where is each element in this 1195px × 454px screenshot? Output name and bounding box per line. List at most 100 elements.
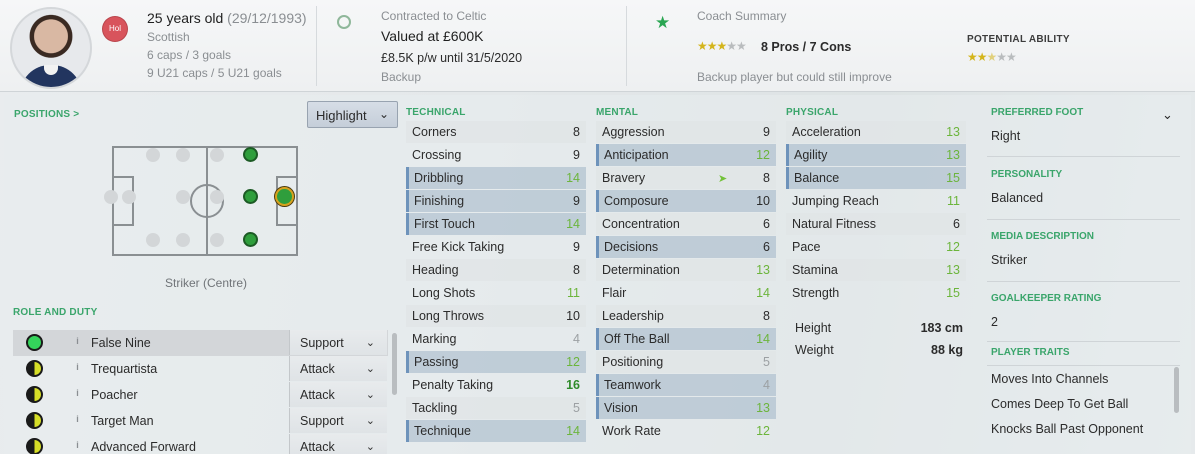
attribute-row[interactable]: Teamwork 4 — [596, 374, 776, 396]
attribute-row[interactable]: Flair 14 — [596, 282, 776, 304]
duty-label: Support — [300, 336, 344, 350]
position-dot[interactable] — [146, 233, 160, 247]
highlight-dropdown[interactable]: Highlight ⌄ — [307, 101, 398, 128]
attribute-name: Concentration — [602, 217, 680, 231]
attribute-row[interactable]: Pace 12 — [786, 236, 966, 258]
info-icon[interactable]: i — [73, 336, 82, 347]
club-badge-icon — [337, 15, 351, 29]
attribute-row[interactable]: Acceleration 13 — [786, 121, 966, 143]
position-dot-green[interactable] — [243, 189, 258, 204]
position-dot[interactable] — [122, 190, 136, 204]
duty-dropdown[interactable]: Support ⌄ — [289, 408, 387, 433]
positions-title[interactable]: POSITIONS > — [14, 109, 79, 120]
attribute-row[interactable]: Concentration 6 — [596, 213, 776, 235]
role-row[interactable]: i False Nine Support ⌄ — [13, 330, 388, 356]
position-dot-green[interactable] — [243, 147, 258, 162]
attribute-row[interactable]: Decisions 6 — [596, 236, 776, 258]
attribute-row[interactable]: Technique 14 — [406, 420, 586, 442]
role-row[interactable]: i Advanced Forward Attack ⌄ — [13, 434, 388, 454]
attribute-row[interactable]: Passing 12 — [406, 351, 586, 373]
attribute-row[interactable]: Work Rate 12 — [596, 420, 776, 442]
duty-dropdown[interactable]: Attack ⌄ — [289, 356, 387, 381]
position-dot[interactable] — [104, 190, 118, 204]
attribute-row[interactable]: Dribbling 14 — [406, 167, 586, 189]
media-description-value: Striker — [991, 253, 1028, 267]
attribute-row[interactable]: Vision 13 — [596, 397, 776, 419]
info-icon[interactable]: i — [73, 388, 82, 399]
attribute-value: 15 — [946, 171, 960, 185]
position-dot-green[interactable] — [243, 232, 258, 247]
roles-scrollbar[interactable] — [392, 333, 397, 395]
position-dot[interactable] — [176, 148, 190, 162]
duty-dropdown[interactable]: Support ⌄ — [289, 330, 387, 355]
dob-text: (29/12/1993) — [227, 10, 307, 26]
role-row[interactable]: i Target Man Support ⌄ — [13, 408, 388, 434]
attribute-name: Corners — [412, 125, 457, 139]
attribute-row[interactable]: Bravery 8 ➤ — [596, 167, 776, 189]
duty-dropdown[interactable]: Attack ⌄ — [289, 382, 387, 407]
position-dot[interactable] — [176, 190, 190, 204]
role-row[interactable]: i Trequartista Attack ⌄ — [13, 356, 388, 382]
attribute-row[interactable]: Agility 13 — [786, 144, 966, 166]
attribute-row[interactable]: Jumping Reach 11 — [786, 190, 966, 212]
info-icon[interactable]: i — [73, 362, 82, 373]
coach-summary-title[interactable]: Coach Summary — [697, 9, 786, 23]
attribute-name: Natural Fitness — [792, 217, 877, 231]
position-dot[interactable] — [176, 233, 190, 247]
info-icon[interactable]: i — [73, 440, 82, 451]
position-dot[interactable] — [210, 190, 224, 204]
role-suitability-icon — [26, 334, 43, 351]
attribute-row[interactable]: Composure 10 — [596, 190, 776, 212]
attribute-value: 8 — [573, 125, 580, 139]
position-dot[interactable] — [146, 148, 160, 162]
role-name: False Nine — [91, 336, 151, 350]
traits-scrollbar[interactable] — [1174, 367, 1179, 413]
attribute-row[interactable]: First Touch 14 — [406, 213, 586, 235]
attribute-row[interactable]: Penalty Taking 16 — [406, 374, 586, 396]
attribute-row[interactable]: Off The Ball 14 — [596, 328, 776, 350]
attribute-row[interactable]: Corners 8 — [406, 121, 586, 143]
info-icon[interactable]: i — [73, 414, 82, 425]
squad-status: Backup — [381, 70, 422, 84]
u21-caps-text: 9 U21 caps / 5 U21 goals — [147, 66, 282, 80]
attribute-row[interactable]: Heading 8 — [406, 259, 586, 281]
position-dot[interactable] — [210, 233, 224, 247]
attribute-name: First Touch — [414, 217, 475, 231]
duty-label: Support — [300, 414, 344, 428]
attribute-row[interactable]: Anticipation 12 — [596, 144, 776, 166]
height-label: Height — [795, 321, 832, 335]
role-row[interactable]: i Poacher Attack ⌄ — [13, 382, 388, 408]
contract-label[interactable]: Contracted to Celtic — [381, 9, 486, 23]
chevron-down-icon[interactable]: ⌄ — [1162, 107, 1173, 123]
physical-attributes: Acceleration 13 Agility 13 Balance 15 Jumping … — [786, 121, 966, 305]
attribute-row[interactable]: Leadership 8 — [596, 305, 776, 327]
player-avatar — [10, 7, 92, 89]
attribute-value: 14 — [566, 217, 580, 231]
attribute-row[interactable]: Marking 4 — [406, 328, 586, 350]
attribute-row[interactable]: Free Kick Taking 9 — [406, 236, 586, 258]
attribute-row[interactable]: Determination 13 — [596, 259, 776, 281]
header-divider — [316, 6, 317, 86]
attribute-row[interactable]: Crossing 9 — [406, 144, 586, 166]
duty-dropdown[interactable]: Attack ⌄ — [289, 434, 387, 454]
attribute-value: 4 — [763, 378, 770, 392]
player-age: 25 years old (29/12/1993) — [147, 10, 307, 26]
attribute-row[interactable]: Finishing 9 — [406, 190, 586, 212]
attribute-row[interactable]: Stamina 13 — [786, 259, 966, 281]
attribute-row[interactable]: Balance 15 — [786, 167, 966, 189]
attribute-row[interactable]: Positioning 5 — [596, 351, 776, 373]
role-name: Target Man — [91, 414, 154, 428]
attribute-name: Flair — [602, 286, 627, 300]
attribute-row[interactable]: Natural Fitness 6 — [786, 213, 966, 235]
age-text: 25 years old — [147, 10, 224, 26]
position-dot-selected[interactable] — [275, 187, 294, 206]
attribute-row[interactable]: Long Throws 10 — [406, 305, 586, 327]
attribute-row[interactable]: Strength 15 — [786, 282, 966, 304]
position-dot[interactable] — [210, 148, 224, 162]
attribute-row[interactable]: Long Shots 11 — [406, 282, 586, 304]
attribute-row[interactable]: Aggression 9 — [596, 121, 776, 143]
attribute-row[interactable]: Tackling 5 — [406, 397, 586, 419]
attribute-name: Long Shots — [412, 286, 476, 300]
attribute-value: 8 — [763, 171, 770, 185]
position-caption: Striker (Centre) — [164, 276, 247, 290]
